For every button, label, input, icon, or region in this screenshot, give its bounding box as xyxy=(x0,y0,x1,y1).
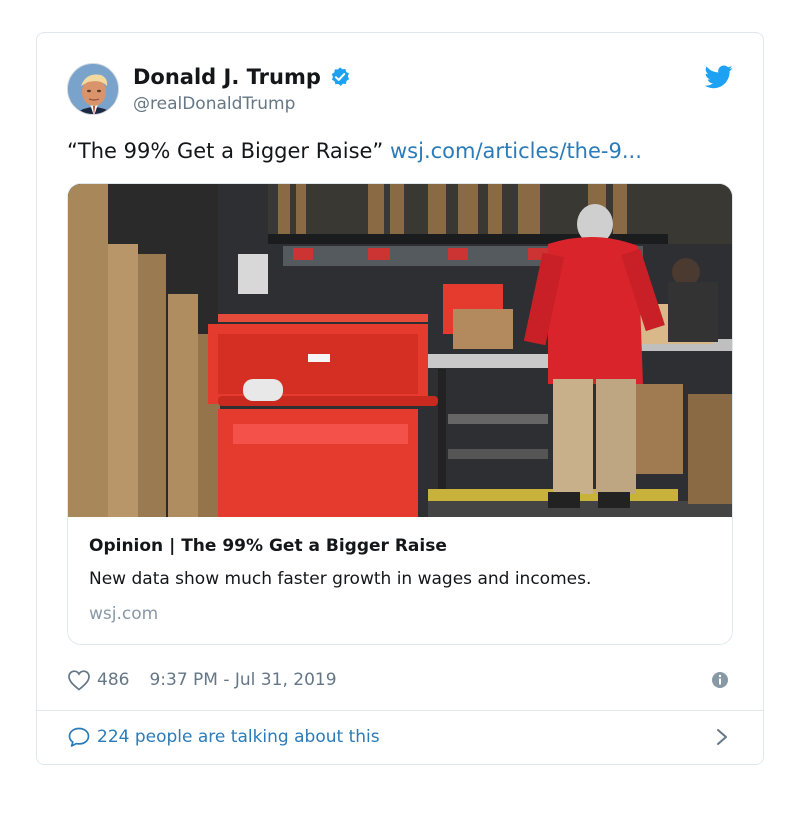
tweet-header: Donald J. Trump @realDonaldTrump xyxy=(67,63,733,119)
tweet-link[interactable]: wsj.com/articles/the-9... xyxy=(390,139,642,163)
author-name-row[interactable]: Donald J. Trump xyxy=(133,65,351,89)
info-icon[interactable] xyxy=(711,671,729,689)
author-display-name[interactable]: Donald J. Trump xyxy=(133,65,321,89)
tweet-text-body: “The 99% Get a Bigger Raise” xyxy=(67,139,384,163)
like-count[interactable]: 486 xyxy=(97,670,129,690)
link-preview-card[interactable]: Opinion | The 99% Get a Bigger Raise New… xyxy=(67,183,733,645)
avatar-portrait xyxy=(68,64,118,114)
link-card-title: Opinion | The 99% Get a Bigger Raise xyxy=(89,536,447,556)
chevron-right-icon[interactable] xyxy=(715,727,729,747)
link-card-description: New data show much faster growth in wage… xyxy=(89,569,592,589)
embedded-tweet-card[interactable]: Donald J. Trump @realDonaldTrump “The 99… xyxy=(36,32,764,765)
tweet-timestamp[interactable]: 9:37 PM - Jul 31, 2019 xyxy=(149,670,336,690)
warehouse-photo[interactable] xyxy=(68,184,733,517)
twitter-bird-icon[interactable] xyxy=(705,65,733,89)
tweet-meta-row: 486 9:37 PM - Jul 31, 2019 xyxy=(67,667,733,693)
tweet-text: “The 99% Get a Bigger Raise” wsj.com/art… xyxy=(67,139,642,163)
avatar[interactable] xyxy=(67,63,119,115)
conversation-count-text[interactable]: 224 people are talking about this xyxy=(97,727,380,747)
conversation-link[interactable]: 224 people are talking about this xyxy=(67,723,733,751)
divider xyxy=(37,710,763,711)
author-handle[interactable]: @realDonaldTrump xyxy=(133,94,295,114)
speech-bubble-icon xyxy=(68,727,90,747)
verified-badge-icon xyxy=(331,67,349,86)
link-card-domain: wsj.com xyxy=(89,604,159,624)
heart-icon[interactable] xyxy=(67,669,91,691)
